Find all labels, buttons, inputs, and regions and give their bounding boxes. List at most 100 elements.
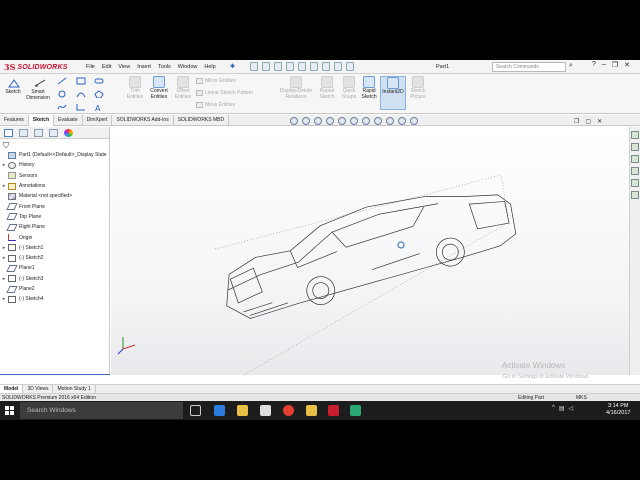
store-icon[interactable] [260, 405, 271, 416]
tree-item[interactable]: Material <not specified> [0, 191, 110, 201]
graphics-area[interactable] [111, 127, 629, 388]
menu-window[interactable]: Window [178, 64, 198, 70]
tab-3d-views[interactable]: 3D Views [23, 385, 54, 393]
close-button[interactable]: ✕ [624, 61, 630, 69]
move-entities-button[interactable]: Move Entities [196, 102, 235, 108]
rectangle-icon[interactable] [76, 77, 86, 85]
trim-entities-button[interactable]: Trim Entities [122, 76, 148, 100]
dimxpertmanager-tab-icon[interactable] [49, 129, 58, 137]
menu-tools[interactable]: Tools [158, 64, 171, 70]
expand-arrow-icon[interactable]: ▸ [0, 183, 8, 189]
open-icon[interactable] [262, 62, 270, 71]
fillet-icon[interactable] [76, 103, 86, 111]
design-library-tab-icon[interactable] [631, 143, 639, 151]
menu-insert[interactable]: Insert [137, 64, 151, 70]
taskbar-search[interactable]: Search Windows [20, 402, 183, 419]
tree-item[interactable]: ▸ Annotations [0, 181, 110, 191]
propertymanager-tab-icon[interactable] [19, 129, 28, 137]
help-icon[interactable]: ? [592, 61, 596, 69]
file-explorer-icon[interactable] [237, 405, 248, 416]
menu-help[interactable]: Help [204, 64, 215, 70]
save-icon[interactable] [274, 62, 282, 71]
convert-entities-button[interactable]: Convert Entities [146, 76, 172, 100]
new-icon[interactable] [250, 62, 258, 71]
tree-item[interactable]: Right Plane [0, 222, 110, 232]
rapid-sketch-button[interactable]: Rapid Sketch [356, 76, 382, 100]
tab-mbd[interactable]: SOLIDWORKS MBD [174, 115, 230, 126]
tray-up-icon[interactable]: ^ [552, 405, 555, 412]
configurationmanager-tab-icon[interactable] [34, 129, 43, 137]
volume-icon[interactable]: ◁ [569, 405, 574, 412]
menu-view[interactable]: View [118, 64, 130, 70]
text-icon[interactable]: A [94, 103, 104, 111]
tree-item[interactable]: ▸ History [0, 160, 110, 170]
displaymanager-tab-icon[interactable] [64, 129, 73, 137]
restore-viewport-icon[interactable]: ❐ [574, 118, 579, 125]
hide-show-items-icon[interactable] [374, 117, 382, 125]
custom-properties-tab-icon[interactable] [631, 191, 639, 199]
menu-edit[interactable]: Edit [102, 64, 111, 70]
mirror-entities-button[interactable]: Mirror Entities [196, 78, 236, 84]
featuremanager-tab-icon[interactable] [4, 129, 13, 137]
search-icon[interactable]: ⌕ [569, 62, 573, 70]
tab-motion-study[interactable]: Motion Study 1 [53, 385, 96, 393]
tree-item[interactable]: Part1 (Default<<Default>_Display State [0, 150, 110, 160]
polygon-icon[interactable] [94, 90, 104, 98]
linear-pattern-button[interactable]: Linear Sketch Pattern [196, 90, 253, 96]
tab-addins[interactable]: SOLIDWORKS Add-Ins [112, 115, 174, 126]
network-icon[interactable]: ▤ [559, 405, 565, 412]
rollback-bar[interactable] [0, 374, 110, 375]
tree-item[interactable]: Plane1 [0, 263, 110, 273]
tab-dimxpert[interactable]: DimXpert [83, 115, 113, 126]
pin-icon[interactable]: ✱ [230, 63, 235, 70]
options-icon[interactable] [346, 62, 354, 71]
offset-entities-button[interactable]: Offset Entities [170, 76, 196, 100]
solidworks-logo[interactable]: 3S SOLIDWORKS [4, 62, 68, 72]
tab-evaluate[interactable]: Evaluate [54, 115, 83, 126]
undo-icon[interactable] [298, 62, 306, 71]
tab-features[interactable]: Features [0, 115, 29, 126]
rebuild-icon[interactable] [322, 62, 330, 71]
solidworks-taskbar-icon[interactable] [328, 405, 339, 416]
tree-item[interactable]: Sensors [0, 171, 110, 181]
apply-scene-icon[interactable] [398, 117, 406, 125]
select-icon[interactable] [310, 62, 318, 71]
print-icon[interactable] [286, 62, 294, 71]
expand-arrow-icon[interactable]: ▸ [0, 162, 8, 168]
slot-icon[interactable] [94, 77, 104, 85]
menu-file[interactable]: File [86, 64, 95, 70]
zoom-area-icon[interactable] [302, 117, 310, 125]
expand-arrow-icon[interactable]: ▸ [0, 245, 8, 251]
taskbar-clock[interactable]: 3:14 PM 4/16/2017 [606, 403, 630, 417]
tab-sketch[interactable]: Sketch [28, 115, 55, 126]
file-explorer-tab-icon[interactable] [631, 155, 639, 163]
maximize-viewport-icon[interactable]: ▢ [585, 118, 591, 125]
search-commands-input[interactable]: Search Commands [492, 62, 566, 72]
expand-arrow-icon[interactable]: ▸ [0, 255, 8, 261]
smart-dimension-button[interactable]: Smart Dimension [25, 89, 51, 101]
tree-item[interactable]: Top Plane [0, 212, 110, 222]
tree-item[interactable]: ▸ (-) Sketch1 [0, 243, 110, 253]
close-viewport-icon[interactable]: ✕ [597, 118, 602, 125]
start-button[interactable] [5, 406, 14, 415]
spline-icon[interactable] [57, 103, 67, 111]
circle-icon[interactable] [57, 90, 67, 98]
folder-icon[interactable] [306, 405, 317, 416]
sketch-button[interactable]: Sketch [0, 89, 26, 96]
edge-icon[interactable] [214, 405, 225, 416]
tree-item[interactable]: Front Plane [0, 201, 110, 211]
restore-button[interactable]: ❐ [612, 61, 618, 69]
zoom-to-fit-icon[interactable] [290, 117, 298, 125]
tab-model[interactable]: Model [0, 385, 24, 393]
file-properties-icon[interactable] [334, 62, 342, 71]
arc-icon[interactable] [76, 90, 86, 98]
expand-arrow-icon[interactable]: ▸ [0, 296, 8, 302]
display-style-icon[interactable] [362, 117, 370, 125]
tree-item[interactable]: Origin [0, 232, 110, 242]
appearances-tab-icon[interactable] [631, 179, 639, 187]
view-settings-icon[interactable] [410, 117, 418, 125]
instant2d-button[interactable]: Instant2D [380, 76, 406, 110]
relations-button[interactable]: Display/Delete Relations [278, 76, 314, 100]
task-view-icon[interactable] [190, 405, 201, 416]
previous-view-icon[interactable] [314, 117, 322, 125]
